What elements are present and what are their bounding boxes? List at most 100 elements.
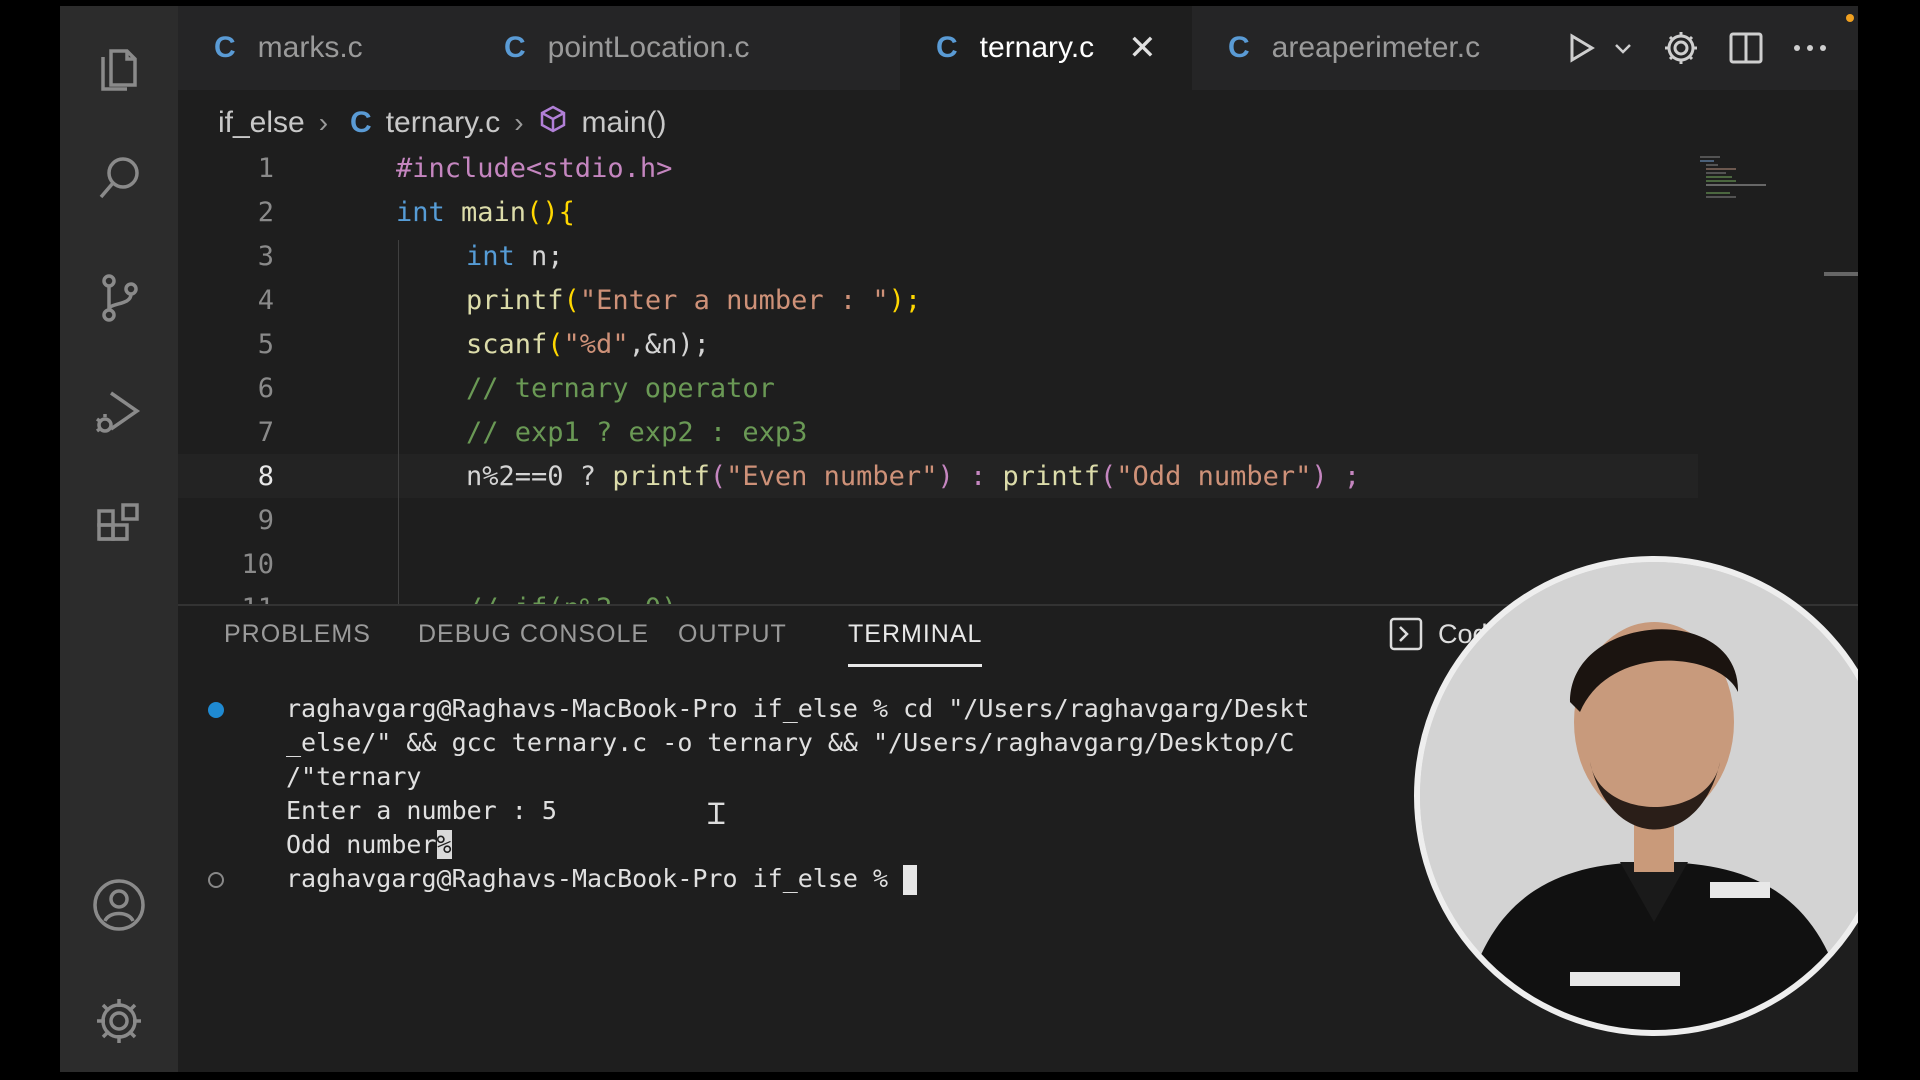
terminal-line: _else/" && gcc ternary.c -o ternary && "… (286, 728, 1295, 757)
command-success-dot[interactable] (208, 702, 224, 718)
tab-problems[interactable]: PROBLEMS (224, 620, 371, 649)
cube-symbol-icon (538, 104, 568, 142)
code-token: printf (612, 460, 710, 492)
c-file-icon: C (504, 31, 526, 64)
code-line: 9 (178, 498, 1858, 542)
code-token: "Odd number" (1116, 460, 1312, 492)
chevron-right-icon: › (514, 107, 524, 138)
code-token: // if(n%2==0) (466, 593, 677, 605)
code-token: "%d" (563, 328, 629, 360)
tab-debug-console[interactable]: DEBUG CONSOLE (418, 620, 649, 649)
line-number: 11 (178, 593, 274, 605)
code-token: printf (1002, 460, 1101, 492)
code-line: 6 // ternary operator (178, 366, 1858, 410)
activity-bar (60, 6, 178, 1072)
editor-scrollbar[interactable] (1824, 272, 1858, 276)
code-token: n; (514, 240, 564, 272)
terminal-prompt: raghavgarg@Raghavs-MacBook-Pro if_else % (286, 864, 904, 893)
manage-gear-icon[interactable] (86, 988, 152, 1054)
line-number: 5 (257, 328, 274, 360)
code-token: ) : (937, 460, 1003, 492)
terminal-line: raghavgarg@Raghavs-MacBook-Pro if_else % (286, 862, 918, 896)
chevron-right-icon: › (318, 107, 329, 138)
more-actions-icon[interactable] (1792, 43, 1828, 53)
close-tab-icon[interactable]: ✕ (1128, 28, 1157, 68)
code-token: ( (563, 284, 580, 316)
terminal-line: Enter a number : 5 (286, 796, 557, 825)
tab-label: ternary.c (979, 31, 1095, 64)
presenter-image (1420, 562, 1858, 1030)
terminal-line: Odd number% (286, 828, 452, 862)
line-number: 2 (257, 196, 274, 228)
explorer-icon[interactable] (86, 34, 152, 100)
code-editor[interactable]: 1 #include<stdio.h> 2 int main(){ 3 int … (178, 146, 1858, 604)
line-number: 3 (257, 240, 274, 272)
code-token: int (466, 240, 515, 272)
tab-label: areaperimeter.c (1271, 31, 1481, 64)
line-number: 10 (241, 548, 274, 580)
line-number: 1 (257, 152, 274, 184)
line-number: 7 (257, 416, 274, 448)
run-and-debug-icon[interactable] (86, 378, 152, 444)
code-token: printf (466, 284, 564, 316)
vscode-window: C marks.c C pointLocation.c C ternary.c … (60, 6, 1858, 1072)
split-editor-icon[interactable] (1728, 30, 1764, 66)
run-icon[interactable] (1564, 31, 1598, 65)
code-line: 7 // exp1 ? exp2 : exp3 (178, 410, 1858, 454)
line-number: 6 (257, 372, 274, 404)
code-token: "Even number" (726, 460, 938, 492)
code-token: ( (709, 460, 727, 492)
notification-dot (1846, 14, 1854, 22)
code-line: 2 int main(){ (178, 190, 1858, 234)
breadcrumb-folder[interactable]: if_else (218, 106, 305, 140)
code-line: 4 printf("Enter a number : "); (178, 278, 1858, 322)
code-token: main (444, 196, 527, 228)
settings-gear-icon[interactable] (1662, 29, 1700, 67)
chevron-down-icon[interactable] (1612, 37, 1634, 59)
code-token: // exp1 ? exp2 : exp3 (466, 416, 808, 448)
line-number: 8 (257, 460, 274, 492)
indent-guide (398, 240, 399, 604)
code-token: (){ (526, 196, 575, 228)
terminal-output-text: Odd number (286, 830, 437, 859)
search-icon[interactable] (86, 146, 152, 212)
text-cursor-icon: Ɪ (708, 797, 725, 832)
code-token: int (396, 196, 445, 228)
code-token: // ternary operator (466, 372, 775, 404)
extensions-icon[interactable] (86, 494, 152, 560)
minimap[interactable] (1698, 154, 1818, 204)
code-token: ) ; (1311, 460, 1361, 492)
breadcrumb-symbol[interactable]: main() (582, 106, 667, 140)
accounts-icon[interactable] (86, 872, 152, 938)
breadcrumb: if_else › C ternary.c › main() (218, 98, 667, 148)
command-pending-dot[interactable] (208, 872, 224, 888)
tab-label: marks.c (257, 31, 363, 64)
breadcrumb-file[interactable]: ternary.c (386, 106, 500, 140)
editor-actions (1564, 6, 1828, 90)
code-line: 5 scanf("%d",&n); (178, 322, 1858, 366)
c-file-icon: C (936, 31, 958, 64)
tab-marks-c[interactable]: C marks.c (178, 6, 468, 90)
tab-areaperimeter-c[interactable]: C areaperimeter.c (1192, 6, 1522, 90)
terminal-line: /"ternary (286, 762, 422, 791)
tab-ternary-c[interactable]: C ternary.c ✕ (900, 6, 1192, 90)
code-line-current: 8 n%2==0 ? printf("Even number") : print… (178, 454, 1698, 498)
line-number: 9 (257, 504, 274, 536)
editor-tab-bar: C marks.c C pointLocation.c C ternary.c … (178, 6, 1858, 90)
code-token: ( (547, 328, 564, 360)
tab-label: pointLocation.c (547, 31, 750, 64)
code-token: "Enter a number : " (579, 284, 889, 316)
tab-output[interactable]: OUTPUT (678, 620, 787, 649)
c-file-icon: C (350, 106, 372, 139)
code-token: scanf (466, 328, 548, 360)
code-token: #include<stdio.h> (396, 152, 673, 184)
c-file-icon: C (214, 31, 236, 64)
tab-terminal[interactable]: TERMINAL (848, 620, 983, 667)
code-token: ); (888, 284, 922, 316)
terminal-icon (1389, 617, 1423, 651)
tab-pointlocation-c[interactable]: C pointLocation.c (468, 6, 818, 90)
terminal-line: raghavgarg@Raghavs-MacBook-Pro if_else %… (286, 694, 1310, 723)
source-control-icon[interactable] (86, 264, 152, 330)
code-token: n%2==0 ? (466, 460, 613, 492)
c-file-icon: C (1228, 31, 1250, 64)
